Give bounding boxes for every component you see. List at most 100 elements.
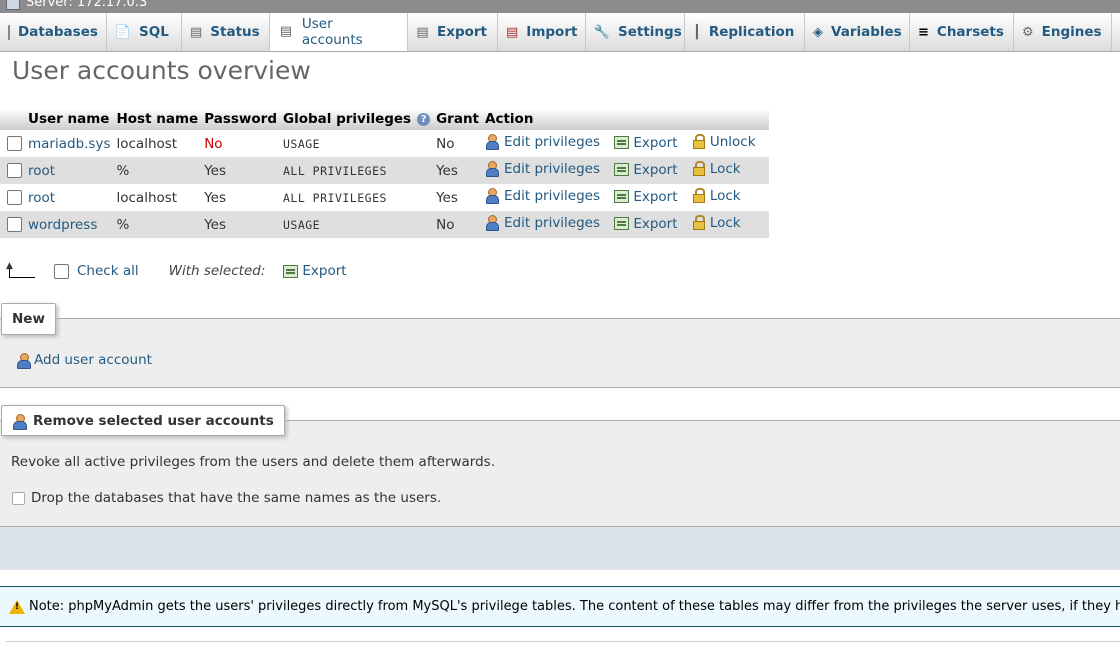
export-label: Export xyxy=(633,188,678,205)
variables-icon: ◈ xyxy=(813,24,823,40)
tab-label: Replication xyxy=(708,24,795,40)
edit-privileges-link[interactable]: Edit privileges xyxy=(485,215,600,232)
bottom-divider xyxy=(6,641,1120,642)
page-title: User accounts overview xyxy=(12,56,311,85)
drop-databases-label[interactable]: Drop the databases that have the same na… xyxy=(31,490,441,506)
tab-label: Export xyxy=(437,24,487,40)
edit-privileges-link[interactable]: Edit privileges xyxy=(485,187,601,205)
server-breadcrumb[interactable]: Server: 172.17.0.3 xyxy=(6,0,147,10)
tab-charsets[interactable]: ≡ Charsets xyxy=(910,13,1014,51)
lock-link[interactable]: Lock xyxy=(692,161,741,177)
tab-databases[interactable]: Databases xyxy=(0,13,107,51)
note-text: Note: phpMyAdmin gets the users' privile… xyxy=(29,599,1120,614)
tab-export[interactable]: ▤ Export xyxy=(408,13,498,51)
global-privileges: ALL PRIVILEGES xyxy=(282,163,387,178)
global-privileges: USAGE xyxy=(282,217,321,232)
header-host-name[interactable]: Host name xyxy=(113,108,202,130)
drop-databases-checkbox[interactable] xyxy=(12,491,25,505)
tab-import[interactable]: ▤ Import xyxy=(498,13,586,51)
tab-user-accounts[interactable]: ▤ User accounts xyxy=(270,13,408,51)
bulk-export-label: Export xyxy=(302,263,347,279)
lock-link[interactable]: Lock xyxy=(692,188,741,204)
sql-icon: 📄 xyxy=(114,24,132,40)
edit-privileges-label: Edit privileges xyxy=(504,133,601,150)
table-header-row: User name Host name Password Global priv… xyxy=(0,108,769,130)
user-accounts-table: User name Host name Password Global priv… xyxy=(0,108,769,238)
tab-settings[interactable]: 🔧 Settings xyxy=(586,13,685,51)
arrow-up-icon: ▲ xyxy=(6,262,35,278)
row-checkbox[interactable] xyxy=(7,190,22,205)
tab-engines[interactable]: ⚙ Engines xyxy=(1014,13,1112,51)
export-icon xyxy=(614,217,630,231)
export-label: Export xyxy=(633,215,678,232)
row-checkbox[interactable] xyxy=(7,136,22,151)
lock-icon xyxy=(692,134,706,150)
edit-privileges-label: Edit privileges xyxy=(504,187,601,204)
database-icon xyxy=(8,24,10,40)
tab-label: Variables xyxy=(831,24,902,40)
main-tabs: Databases 📄 SQL ▤ Status ▤ User accounts… xyxy=(0,13,1120,52)
header-password[interactable]: Password xyxy=(201,108,280,130)
check-all-checkbox[interactable] xyxy=(54,263,69,279)
tab-label: Engines xyxy=(1041,24,1102,40)
tab-label: Charsets xyxy=(936,24,1004,40)
row-checkbox[interactable] xyxy=(7,217,22,232)
add-user-account-link[interactable]: Add user account xyxy=(16,352,152,369)
edit-privileges-label: Edit privileges xyxy=(504,160,601,177)
tab-sql[interactable]: 📄 SQL xyxy=(107,13,182,51)
host-name: % xyxy=(113,157,202,184)
export-icon xyxy=(614,190,630,204)
header-user-name[interactable]: User name xyxy=(25,108,114,130)
header-global-privileges: Global privileges? xyxy=(279,108,434,130)
header-global-privileges-label: Global privileges xyxy=(282,111,412,127)
remove-legend: Remove selected user accounts xyxy=(1,405,285,436)
tab-label: Settings xyxy=(618,24,682,40)
add-user-icon xyxy=(16,352,31,369)
export-link[interactable]: Export xyxy=(614,135,678,151)
tab-status[interactable]: ▤ Status xyxy=(182,13,270,51)
export-icon xyxy=(614,163,630,177)
edit-privileges-link[interactable]: Edit privileges xyxy=(485,160,601,178)
tab-variables[interactable]: ◈ Variables xyxy=(805,13,910,51)
user-name-link[interactable]: wordpress xyxy=(28,217,97,233)
export-icon xyxy=(614,136,630,150)
edit-user-icon xyxy=(485,134,500,151)
export-link[interactable]: Export xyxy=(614,161,678,178)
remove-description: Revoke all active privileges from the us… xyxy=(11,454,496,470)
spacer-band xyxy=(0,527,1120,570)
bulk-export-button[interactable]: Export xyxy=(283,263,347,279)
help-icon[interactable]: ? xyxy=(417,112,431,126)
user-name-link[interactable]: mariadb.sys xyxy=(28,136,110,152)
header-grant: Grant xyxy=(433,108,483,130)
row-checkbox[interactable] xyxy=(7,163,22,178)
table-row: root localhost Yes ALL PRIVILEGES Yes Ed… xyxy=(0,184,769,211)
add-user-account-label: Add user account xyxy=(34,352,152,368)
global-privileges: ALL PRIVILEGES xyxy=(282,190,387,205)
drop-databases-option: Drop the databases that have the same na… xyxy=(12,490,441,506)
unlock-link[interactable]: Unlock xyxy=(692,134,756,150)
export-label: Export xyxy=(633,161,678,178)
user-name-link[interactable]: root xyxy=(28,190,55,206)
header-select xyxy=(0,108,25,130)
password-status: No xyxy=(201,130,280,157)
export-link[interactable]: Export xyxy=(614,188,678,205)
edit-user-icon xyxy=(485,188,500,205)
check-all-label[interactable]: Check all xyxy=(77,263,139,279)
export-link[interactable]: Export xyxy=(614,215,678,232)
grant-status: Yes xyxy=(433,157,483,184)
remove-legend-label: Remove selected user accounts xyxy=(33,412,274,429)
tab-replication[interactable]: ┃ Replication xyxy=(685,13,805,51)
lock-label: Lock xyxy=(709,214,741,231)
lock-icon xyxy=(692,188,706,204)
host-name: % xyxy=(113,211,202,238)
edit-privileges-link[interactable]: Edit privileges xyxy=(485,133,601,151)
global-privileges: USAGE xyxy=(282,136,321,151)
export-icon: ▤ xyxy=(416,24,429,40)
import-icon: ▤ xyxy=(506,24,519,40)
lock-link[interactable]: Lock xyxy=(692,215,741,231)
password-status: Yes xyxy=(201,157,280,184)
user-name-link[interactable]: root xyxy=(28,163,55,179)
remove-user-icon xyxy=(12,413,27,430)
export-icon xyxy=(283,264,299,278)
bulk-actions-row: ▲ Check all With selected: Export xyxy=(6,262,357,280)
